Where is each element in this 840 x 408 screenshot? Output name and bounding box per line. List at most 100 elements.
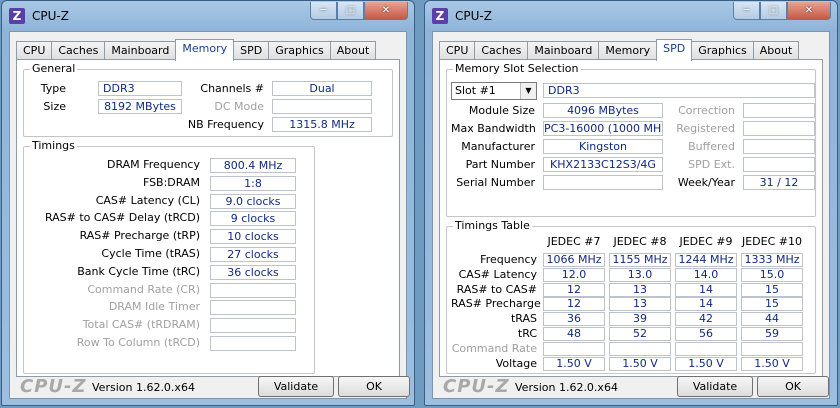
tab-mainboard[interactable]: Mainboard	[104, 41, 177, 60]
ok-button[interactable]: OK	[757, 376, 829, 397]
registered-label: Registered	[676, 122, 735, 135]
timings-cell: 42	[675, 312, 737, 327]
nb-frequency-label: NB Frequency	[187, 118, 264, 131]
chevron-down-icon[interactable]: ▼	[520, 83, 536, 99]
week-year-label: Week/Year	[677, 176, 735, 189]
timings-cell: 1066 MHz	[543, 253, 605, 267]
timing-value: 9 clocks	[210, 211, 296, 227]
timings-cell: 15.0	[741, 267, 803, 282]
timing-value	[210, 318, 296, 334]
validate-button[interactable]: Validate	[258, 376, 334, 397]
timings-cell: 48	[543, 327, 605, 341]
timings-cell: 1.50 V	[675, 356, 737, 371]
memory-slot-group: Memory Slot Selection Slot #1 ▼ DDR3 Mod…	[446, 63, 816, 217]
close-button[interactable]: ✕	[787, 2, 831, 20]
tab-about[interactable]: About	[752, 41, 800, 60]
timings-cell: 52	[609, 327, 671, 341]
timings-cell: 1244 MHz	[675, 253, 737, 267]
tab-caches[interactable]: Caches	[51, 41, 106, 60]
dc-mode-value	[272, 99, 372, 114]
tab-spd[interactable]: SPD	[233, 41, 270, 60]
timings-row-label: Command Rate	[451, 341, 537, 355]
serial-number-value	[543, 175, 663, 190]
minimize-button[interactable]: ─	[310, 2, 337, 20]
cpuz-spd-window: Z CPU-Z ─ □ ✕ CPU Caches Mainboard Memor…	[424, 0, 838, 406]
type-label: Type	[40, 82, 66, 95]
spd-ext-value	[743, 157, 815, 172]
slot-type-value: DDR3	[543, 83, 815, 98]
timings-cell: 59	[741, 327, 803, 341]
memory-panel: General Type DDR3 Size 8192 MBytes Chann…	[16, 59, 400, 377]
ok-button[interactable]: OK	[338, 376, 410, 397]
tab-cpu[interactable]: CPU	[439, 41, 476, 60]
timing-label: DRAM Frequency	[106, 158, 200, 171]
minimize-button[interactable]: ─	[733, 2, 760, 20]
timing-label: FSB:DRAM	[142, 175, 200, 189]
dc-mode-label: DC Mode	[214, 100, 264, 113]
title-bar[interactable]: Z CPU-Z ─ □ ✕	[425, 1, 837, 31]
tab-memory[interactable]: Memory	[175, 39, 235, 61]
timings-cell: 1333 MHz	[741, 253, 803, 267]
channels-value: Dual	[272, 81, 372, 96]
tab-about[interactable]: About	[329, 41, 377, 60]
timings-column-header: JEDEC #8	[613, 235, 667, 248]
cpuz-logo: CPU-Z	[20, 376, 87, 397]
validate-button[interactable]: Validate	[677, 376, 753, 397]
slot-select[interactable]: Slot #1 ▼	[451, 82, 537, 100]
manufacturer-label: Manufacturer	[461, 140, 535, 153]
type-value: DDR3	[98, 81, 182, 96]
tab-caches[interactable]: Caches	[474, 41, 529, 60]
week-year-value: 31 / 12	[743, 175, 815, 190]
timing-label: Total CAS# (tRDRAM)	[82, 318, 200, 332]
tab-graphics[interactable]: Graphics	[268, 41, 331, 60]
timing-label: Cycle Time (tRAS)	[101, 247, 200, 260]
slot-select-value: Slot #1	[455, 84, 496, 97]
close-button[interactable]: ✕	[364, 2, 408, 20]
tab-cpu[interactable]: CPU	[16, 41, 53, 60]
window-client: CPU Caches Mainboard Memory SPD Graphics…	[9, 31, 410, 399]
timing-value	[210, 282, 296, 298]
window-client: CPU Caches Mainboard Memory SPD Graphics…	[432, 31, 830, 399]
memory-slot-group-title: Memory Slot Selection	[453, 62, 581, 75]
timings-cell: 39	[609, 312, 671, 327]
buffered-label: Buffered	[688, 140, 735, 153]
footer: CPU-Z Version 1.62.0.x64 Validate OK	[433, 372, 831, 400]
timings-cell: 1155 MHz	[609, 253, 671, 267]
serial-number-label: Serial Number	[456, 176, 535, 189]
timing-value: 800.4 MHz	[210, 158, 296, 173]
correction-value	[743, 103, 815, 118]
maximize-button[interactable]: □	[337, 2, 364, 20]
timings-row-label: RAS# Precharge	[451, 297, 541, 311]
timings-cell: 44	[741, 312, 803, 327]
tab-memory[interactable]: Memory	[598, 41, 658, 60]
timings-cell: 12	[543, 297, 605, 312]
cpuz-app-icon: Z	[9, 8, 25, 24]
general-group-title: General	[30, 62, 78, 75]
timing-value	[210, 300, 296, 316]
nb-frequency-value: 1315.8 MHz	[272, 117, 372, 132]
timings-cell: 15	[741, 297, 803, 312]
timings-row-label: tRC	[517, 327, 537, 340]
timings-table-title: Timings Table	[453, 219, 532, 232]
tab-spd[interactable]: SPD	[656, 39, 693, 61]
timings-cell	[543, 341, 605, 356]
timings-cell: 56	[675, 327, 737, 341]
timings-row-label: Voltage	[495, 356, 537, 370]
max-bandwidth-label: Max Bandwidth	[451, 122, 536, 135]
timings-cell: 13	[609, 282, 671, 297]
tab-mainboard[interactable]: Mainboard	[527, 41, 600, 60]
correction-label: Correction	[678, 104, 735, 117]
timings-row-label: RAS# to CAS#	[456, 282, 537, 296]
window-title: CPU-Z	[32, 9, 69, 23]
timings-cell: 1.50 V	[741, 356, 803, 371]
tab-graphics[interactable]: Graphics	[691, 41, 754, 60]
part-number-label: Part Number	[465, 158, 535, 171]
timings-cell	[609, 341, 671, 356]
timings-cell: 14.0	[675, 267, 737, 282]
timings-cell: 14	[675, 297, 737, 312]
maximize-button[interactable]: □	[760, 2, 787, 20]
timing-label: Command Rate (CR)	[87, 282, 200, 296]
timings-cell: 14	[675, 282, 737, 297]
title-bar[interactable]: Z CPU-Z ─ □ ✕	[2, 1, 414, 31]
version-text: Version 1.62.0.x64	[92, 381, 195, 394]
